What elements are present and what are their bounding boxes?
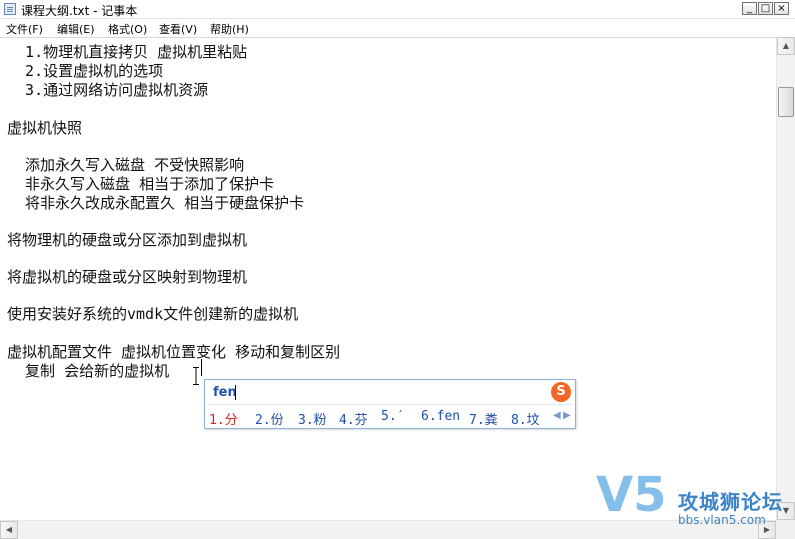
text-line: 将非永久改成永配置久 相当于硬盘保护卡 bbox=[7, 194, 305, 212]
title-bar[interactable]: 课程大纲.txt - 记事本 _ □ × bbox=[0, 0, 795, 19]
ime-cursor bbox=[235, 385, 236, 400]
text-line: 将虚拟机的硬盘或分区映射到物理机 bbox=[7, 268, 248, 286]
window-title: 课程大纲.txt - 记事本 bbox=[21, 4, 138, 18]
ibeam-cursor-icon bbox=[193, 367, 199, 385]
text-line: 虚拟机配置文件 虚拟机位置变化 移动和复制区别 bbox=[7, 343, 341, 361]
text-line: 添加永久写入磁盘 不受快照影响 bbox=[7, 156, 245, 174]
ime-candidate[interactable]: 6.fen bbox=[421, 409, 460, 424]
menu-format[interactable]: 格式(O) bbox=[108, 21, 147, 37]
text-line: 虚拟机快照 bbox=[7, 119, 83, 137]
ime-next-page-icon[interactable]: ▶ bbox=[563, 410, 571, 421]
ime-prev-page-icon[interactable]: ◀ bbox=[553, 410, 561, 421]
ime-candidate[interactable]: 7.粪 bbox=[469, 409, 498, 428]
watermark-logo: V5 bbox=[596, 467, 667, 523]
menu-help[interactable]: 帮助(H) bbox=[210, 21, 249, 37]
watermark-name: 攻城狮论坛 bbox=[678, 490, 783, 514]
menu-file[interactable]: 文件(F) bbox=[6, 21, 43, 37]
watermark: V5 攻城狮论坛 bbs.vlan5.com bbox=[596, 470, 792, 536]
vertical-scroll-thumb[interactable] bbox=[778, 87, 794, 117]
text-caret bbox=[201, 359, 202, 376]
menu-view[interactable]: 查看(V) bbox=[159, 21, 197, 37]
menu-bar: 文件(F) 编辑(E) 格式(O) 查看(V) 帮助(H) bbox=[0, 19, 795, 37]
notepad-icon bbox=[4, 3, 16, 15]
text-line: 非永久写入磁盘 相当于添加了保护卡 bbox=[7, 175, 275, 193]
ime-candidate[interactable]: 1.分 bbox=[209, 409, 238, 428]
scroll-up-button[interactable]: ▲ bbox=[777, 37, 795, 55]
sogou-icon[interactable]: S bbox=[551, 382, 571, 402]
close-button[interactable]: × bbox=[774, 2, 789, 15]
vertical-scrollbar[interactable]: ▲ ▼ bbox=[776, 37, 795, 520]
ime-candidate[interactable]: 3.粉 bbox=[298, 409, 327, 428]
text-line: 将物理机的硬盘或分区添加到虚拟机 bbox=[7, 231, 248, 249]
scroll-left-button[interactable]: ◀ bbox=[0, 521, 18, 539]
ime-composition: fen bbox=[213, 385, 237, 400]
text-line: 复制 会给新的虚拟机 bbox=[7, 362, 170, 380]
ime-candidate[interactable]: 8.坟 bbox=[511, 409, 540, 428]
ime-candidate[interactable]: 4.芬 bbox=[339, 409, 368, 428]
menu-edit[interactable]: 编辑(E) bbox=[57, 21, 95, 37]
ime-candidate[interactable]: 2.份 bbox=[255, 409, 284, 428]
text-editor[interactable]: 1.物理机直接拷贝 虚拟机里粘贴 2.设置虚拟机的选项 3.通过网络访问虚拟机资… bbox=[0, 37, 776, 521]
watermark-url: bbs.vlan5.com bbox=[678, 513, 766, 527]
text-line: 3.通过网络访问虚拟机资源 bbox=[7, 81, 209, 99]
ime-candidate-window: fen S 1.分 2.份 3.粉 4.芬 5.′ 6.fen 7.粪 8.坟 … bbox=[204, 379, 576, 429]
maximize-button[interactable]: □ bbox=[758, 2, 773, 15]
ime-candidate[interactable]: 5.′ bbox=[381, 409, 404, 424]
minimize-button[interactable]: _ bbox=[742, 2, 757, 15]
notepad-window: 课程大纲.txt - 记事本 _ □ × 文件(F) 编辑(E) 格式(O) 查… bbox=[0, 0, 795, 539]
text-line: 1.物理机直接拷贝 虚拟机里粘贴 bbox=[7, 43, 248, 61]
text-line: 2.设置虚拟机的选项 bbox=[7, 62, 164, 80]
text-line: 使用安装好系统的vmdk文件创建新的虚拟机 bbox=[7, 305, 299, 323]
ime-candidate-list: 1.分 2.份 3.粉 4.芬 5.′ 6.fen 7.粪 8.坟 ◀ ▶ bbox=[207, 404, 573, 428]
